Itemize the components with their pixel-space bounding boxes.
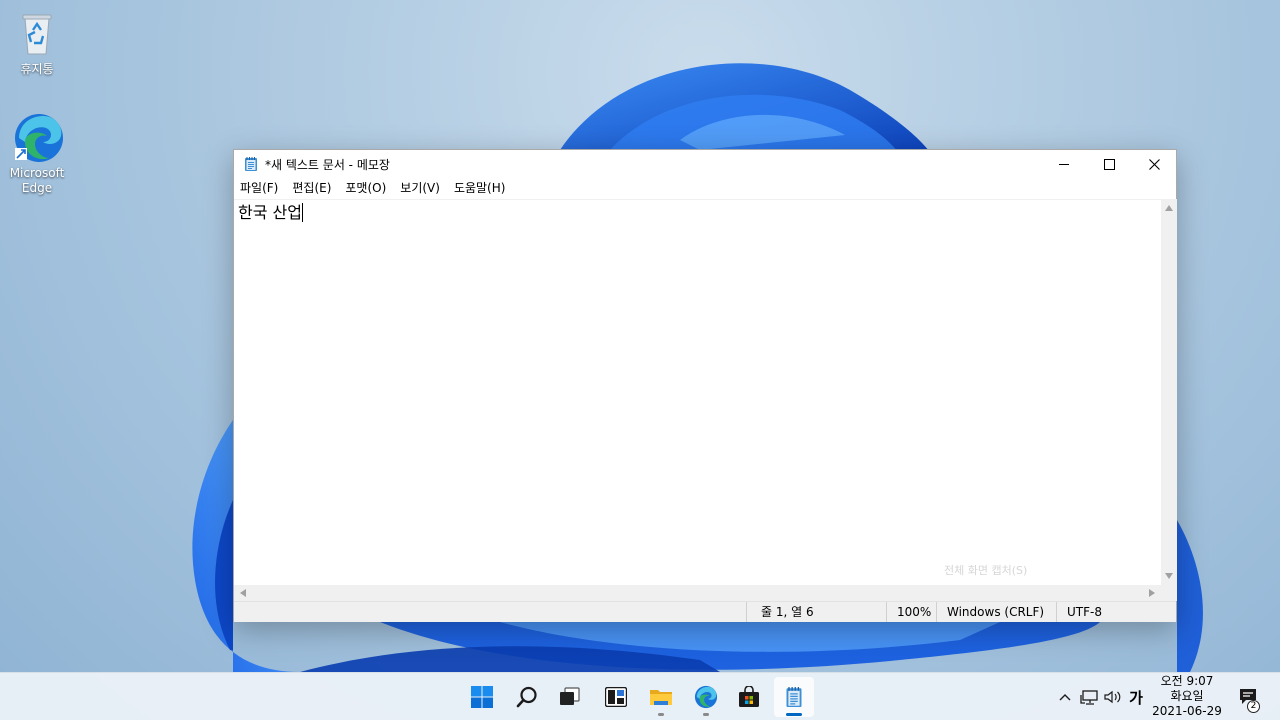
text-editor[interactable]: 한국 산업 전체 화면 캡처(S)	[234, 199, 1161, 585]
horizontal-scrollbar[interactable]	[234, 585, 1161, 601]
desktop-icon-label: Microsoft Edge	[9, 166, 65, 195]
scroll-right-arrow-icon[interactable]	[1145, 585, 1159, 601]
menu-edit[interactable]: 편집(E)	[285, 178, 338, 199]
search-icon	[516, 686, 537, 708]
edge-taskbar-button[interactable]	[686, 677, 726, 717]
task-view-button[interactable]	[550, 677, 590, 717]
file-explorer-button[interactable]	[641, 677, 681, 717]
menu-help[interactable]: 도움말(H)	[447, 178, 513, 199]
store-button[interactable]	[729, 677, 769, 717]
taskbar: 가 오전 9:07 화요일 2021-06-29 2	[0, 672, 1280, 720]
chevron-up-icon	[1059, 694, 1071, 701]
volume-button[interactable]	[1102, 673, 1124, 720]
scroll-down-arrow-icon[interactable]	[1161, 569, 1177, 583]
desktop-icon-label: 휴지통	[20, 62, 54, 76]
recycle-bin-icon	[13, 8, 61, 60]
search-button[interactable]	[507, 677, 547, 717]
desktop-icon-recycle-bin[interactable]: 휴지통	[0, 8, 74, 77]
title-bar[interactable]: *새 텍스트 문서 - 메모장	[234, 150, 1176, 178]
status-bar: 줄 1, 열 6 100% Windows (CRLF) UTF-8	[234, 601, 1176, 622]
clock-time: 오전 9:07	[1160, 674, 1214, 688]
scroll-up-arrow-icon[interactable]	[1161, 201, 1177, 215]
running-indicator	[703, 713, 709, 716]
network-icon	[1080, 690, 1098, 705]
status-encoding: UTF-8	[1056, 602, 1176, 622]
network-button[interactable]	[1078, 673, 1100, 720]
widgets-button[interactable]	[596, 677, 636, 717]
vertical-scrollbar[interactable]	[1161, 199, 1177, 585]
status-line-ending: Windows (CRLF)	[936, 602, 1056, 622]
active-indicator	[786, 713, 802, 716]
menu-view[interactable]: 보기(V)	[393, 178, 447, 199]
folder-icon	[650, 690, 672, 705]
close-icon	[1148, 158, 1160, 170]
ime-indicator[interactable]: 가	[1126, 673, 1146, 720]
notification-count-badge: 2	[1247, 700, 1260, 713]
minimize-button[interactable]	[1041, 150, 1087, 178]
menu-format[interactable]: 포맷(O)	[338, 178, 393, 199]
notepad-taskbar-button[interactable]	[774, 677, 814, 717]
start-button[interactable]	[462, 677, 502, 717]
edge-icon	[13, 112, 63, 164]
task-view-icon	[560, 687, 580, 705]
window-title: *새 텍스트 문서 - 메모장	[265, 157, 390, 172]
status-cursor-position: 줄 1, 열 6	[746, 602, 886, 622]
screen-capture-hint: 전체 화면 캡처(S)	[944, 564, 1028, 577]
widgets-icon	[605, 687, 627, 707]
text-caret	[301, 203, 303, 222]
scroll-left-arrow-icon[interactable]	[236, 585, 250, 601]
status-zoom: 100%	[886, 602, 936, 622]
scrollbar-corner	[1161, 585, 1177, 601]
store-icon	[739, 686, 759, 707]
close-button[interactable]	[1131, 150, 1177, 178]
desktop-icon-edge[interactable]: Microsoft Edge	[0, 112, 74, 196]
edge-icon	[694, 685, 718, 709]
minimize-icon	[1059, 164, 1069, 165]
clock[interactable]: 오전 9:07 화요일 2021-06-29	[1150, 673, 1224, 720]
menu-bar: 파일(F) 편집(E) 포맷(O) 보기(V) 도움말(H)	[234, 178, 1176, 199]
clock-date: 2021-06-29	[1152, 704, 1222, 718]
notification-button[interactable]: 2	[1232, 673, 1264, 720]
speaker-icon	[1104, 690, 1121, 704]
editor-content: 한국 산업	[238, 203, 302, 222]
clock-day: 화요일	[1170, 689, 1204, 703]
notepad-icon	[786, 687, 802, 707]
maximize-button[interactable]	[1086, 150, 1132, 178]
windows-start-icon	[471, 686, 493, 708]
notepad-window: *새 텍스트 문서 - 메모장 파일(F) 편집(E) 포맷(O) 보기(V) …	[233, 149, 1177, 622]
menu-file[interactable]: 파일(F)	[234, 178, 285, 199]
running-indicator	[658, 713, 664, 716]
show-hidden-icons-button[interactable]	[1055, 673, 1075, 720]
notepad-icon	[245, 157, 257, 171]
maximize-icon	[1103, 158, 1115, 170]
